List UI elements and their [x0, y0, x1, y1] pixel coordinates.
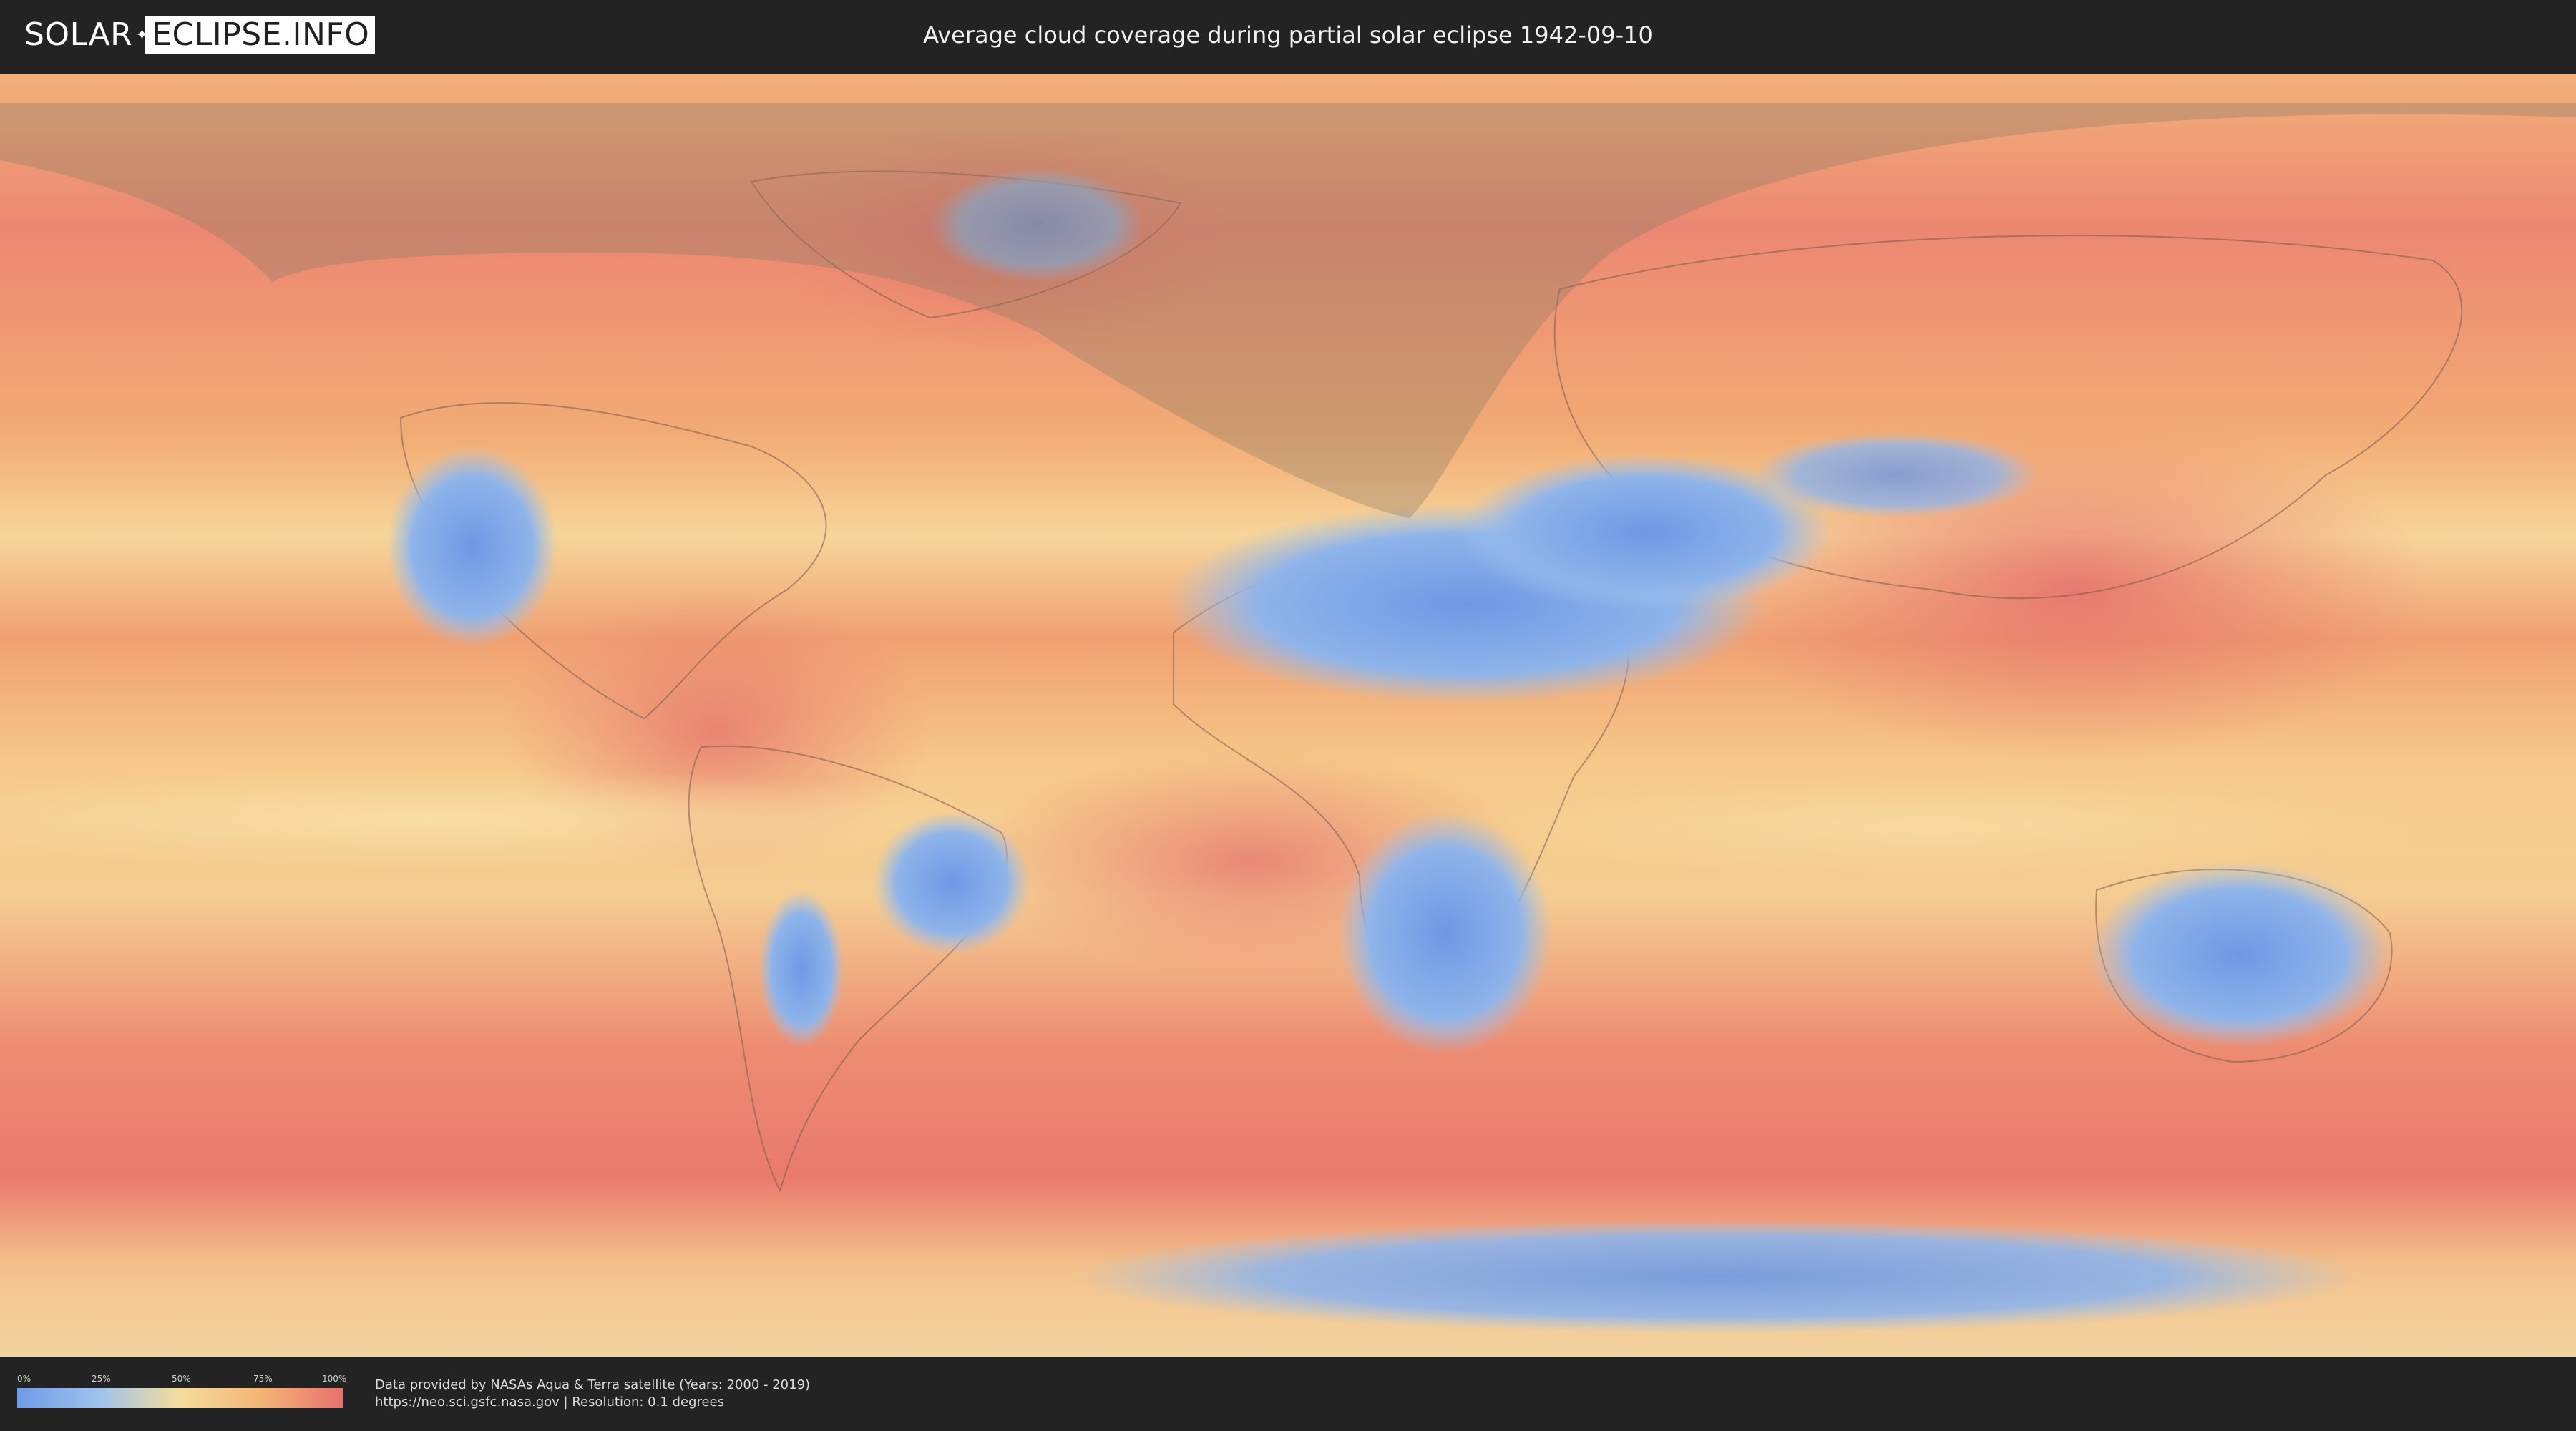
credit-line-url[interactable]: https://neo.sci.gsfc.nasa.gov | Resoluti…	[375, 1394, 810, 1411]
legend-tick-75: 75%	[253, 1374, 273, 1384]
cloud-coverage-legend: 0% 25% 50% 75% 100%	[17, 1374, 347, 1411]
legend-tick-25: 25%	[92, 1374, 111, 1384]
header-bar: SOLAR ✦ ECLIPSE.INFO Average cloud cover…	[0, 0, 2576, 72]
credit-line-source: Data provided by NASAs Aqua & Terra sate…	[375, 1377, 811, 1392]
legend-color-bar	[17, 1388, 343, 1408]
logo-star-icon: ✦	[135, 26, 150, 44]
legend-ticks: 0% 25% 50% 75% 100%	[17, 1374, 347, 1385]
page-title: Average cloud coverage during partial so…	[923, 21, 1653, 49]
legend-tick-50: 50%	[172, 1374, 191, 1384]
world-map-svg	[0, 74, 2576, 1357]
footer-bar: 0% 25% 50% 75% 100% Data provided by NAS…	[0, 1358, 2576, 1431]
cloud-coverage-map[interactable]	[0, 74, 2576, 1357]
legend-tick-100: 100%	[322, 1374, 347, 1384]
legend-tick-0: 0%	[17, 1374, 31, 1384]
data-credits: Data provided by NASAs Aqua & Terra sate…	[375, 1377, 810, 1411]
